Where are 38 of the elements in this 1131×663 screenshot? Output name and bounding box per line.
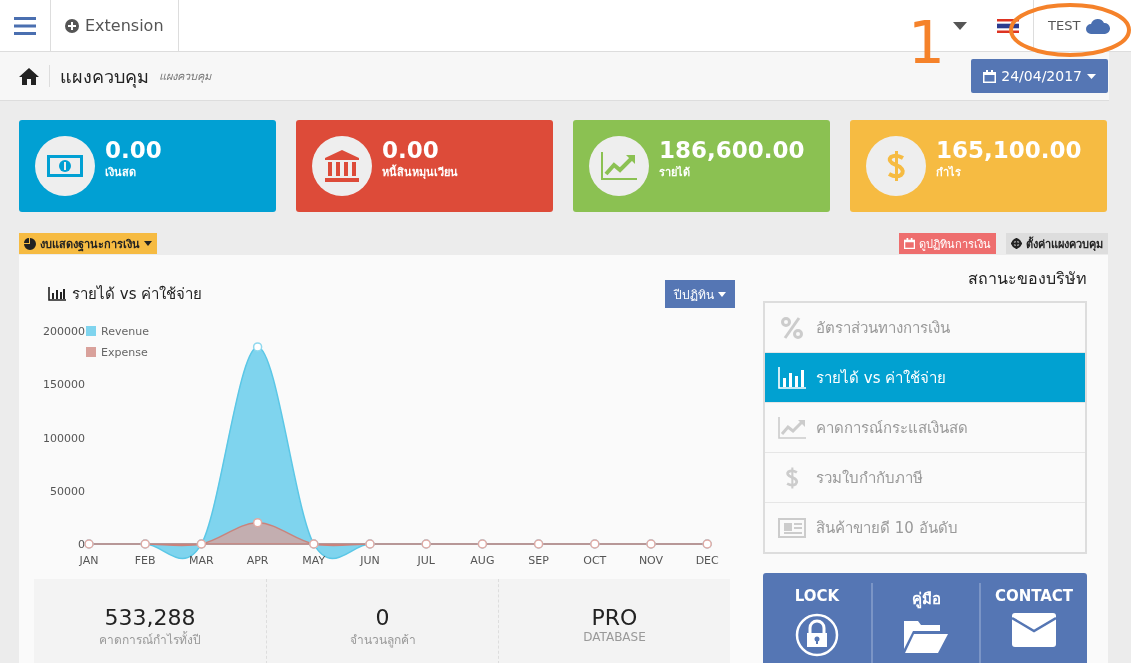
card-value: 0.00 — [105, 137, 162, 163]
card-label: หนี้สินหมุนเวียน — [382, 163, 458, 181]
x-tick-label: JUN — [360, 554, 380, 567]
stat-value: 533,288 — [104, 605, 196, 630]
legend-label: Expense — [101, 346, 148, 359]
stat-label: DATABASE — [583, 630, 646, 644]
stat-label: คาดการณ์กำไรทั้งปี — [99, 630, 201, 649]
y-tick-label: 50000 — [50, 484, 85, 498]
x-tick-label: MAY — [302, 554, 326, 567]
x-tick-label: MAR — [189, 554, 214, 567]
card-value: 0.00 — [382, 137, 440, 163]
y-tick-label: 100000 — [43, 431, 85, 445]
x-tick-label: OCT — [583, 554, 607, 567]
card-label: เงินสด — [105, 165, 137, 181]
x-tick-label: SEP — [528, 554, 549, 567]
stat-label: จำนวนลูกค้า — [349, 632, 416, 649]
page-subtitle: แผงควบคุม — [159, 69, 211, 85]
y-tick-label: 200000 — [43, 325, 85, 338]
stat-value: 0 — [375, 605, 390, 630]
page-title: แผงควบคุม — [60, 64, 149, 90]
x-tick-label: APR — [246, 554, 269, 567]
chart-title: รายได้ vs ค่าใช้จ่าย — [72, 284, 203, 305]
stat-value: PRO — [591, 605, 638, 630]
card-label: กำไร — [936, 165, 962, 181]
x-tick-label: NOV — [638, 554, 664, 567]
annotation-number: 1 — [908, 8, 945, 78]
x-tick-label: AUG — [470, 554, 495, 567]
x-tick-label: JAN — [79, 554, 99, 567]
y-tick-label: 150000 — [43, 378, 85, 392]
card-value: 186,600.00 — [659, 137, 805, 163]
card-value: 165,100.00 — [936, 137, 1082, 163]
x-tick-label: FEB — [134, 554, 156, 567]
x-tick-label: DEC — [695, 554, 719, 567]
y-tick-label: 0 — [78, 538, 85, 551]
section-title: สถานะของบริษัท — [968, 268, 1087, 290]
card-label: รายได้ — [659, 165, 691, 181]
legend-label: Revenue — [101, 325, 149, 338]
x-tick-label: JUL — [417, 554, 435, 567]
